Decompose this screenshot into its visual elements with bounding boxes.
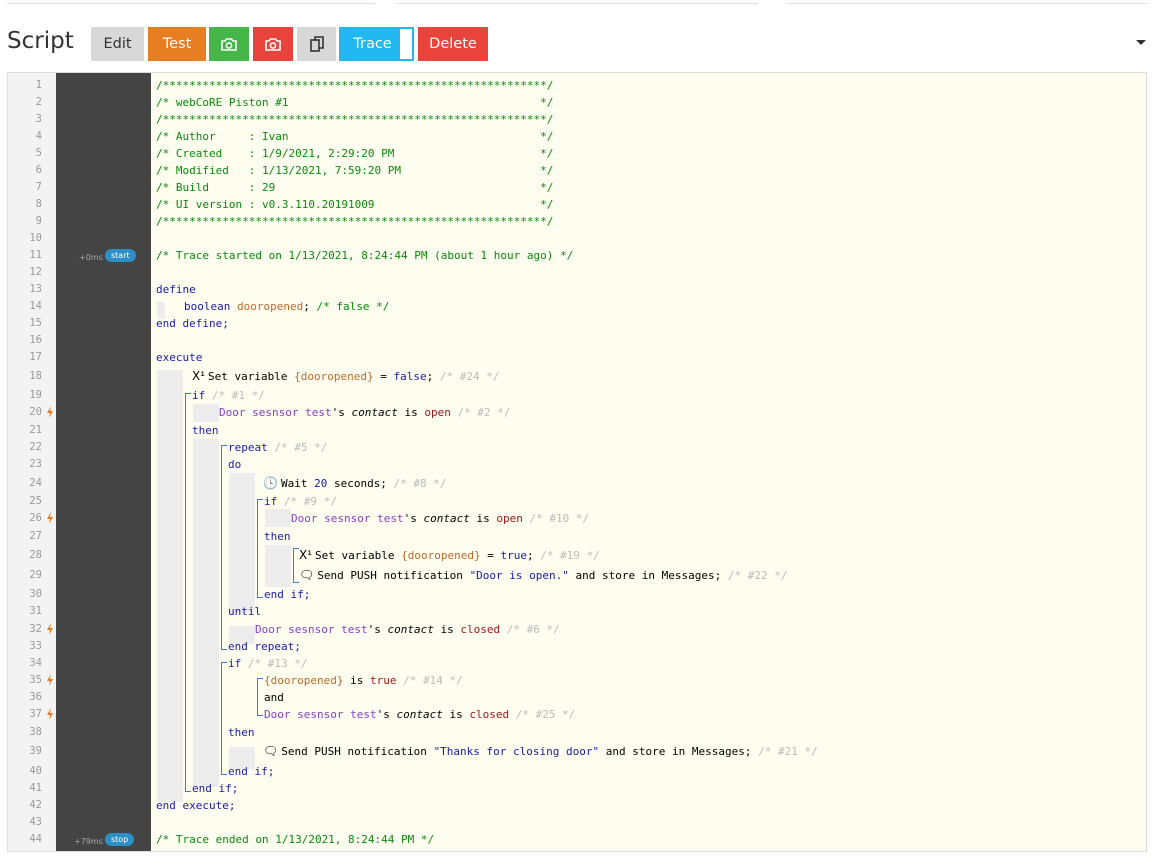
comment-icon: 🗨 (299, 568, 315, 582)
edit-button[interactable]: Edit (91, 27, 144, 61)
statement-send-push[interactable]: 🗨 Send PUSH notification "Thanks for clos… (263, 743, 818, 760)
statement-set-variable[interactable]: X¹ Set variable {dooropened} = false; /* … (192, 368, 499, 385)
duplicate-icon (309, 35, 324, 52)
code-line: 37 Door sesnsor test's contact is closed… (29, 706, 576, 723)
x1-variable-icon: X¹ (299, 548, 313, 562)
code-lines: 1/**************************************… (8, 73, 1146, 851)
lightning-bolt-icon (47, 674, 53, 686)
code-line: 30 end if; (29, 588, 311, 601)
code-line: 44 +79ms stop /* Trace ended on 1/13/202… (8, 831, 1146, 848)
top-field-3 (787, 0, 1147, 4)
code-line: 10 (29, 232, 42, 244)
code-line: 14 boolean dooropened; /* false */ (29, 298, 390, 315)
code-line: 23 do (29, 458, 242, 471)
code-line: 34 if /* #13 */ (29, 655, 308, 672)
code-line: 38 then (29, 726, 255, 739)
anonymized-snapshot-button[interactable] (253, 27, 293, 61)
code-line: 21 then (29, 424, 219, 437)
code-line: 5/* Created : 1/9/2021, 2:29:20 PM */ (35, 147, 554, 160)
code-line: 29 🗨 Send PUSH notification "Door is open… (29, 567, 788, 584)
comment-icon: 🗨 (263, 744, 279, 758)
condition[interactable]: {dooropened} is true /* #14 */ (264, 672, 463, 689)
camera-icon (221, 37, 237, 51)
trace-switch-knob (400, 29, 412, 59)
condition[interactable]: Door sesnsor test's contact is open /* #… (219, 404, 510, 421)
code-line: 32 Door sesnsor test's contact is closed… (29, 621, 560, 638)
variable-declaration[interactable]: boolean dooropened; /* false */ (184, 298, 389, 315)
lightning-bolt-icon (47, 708, 53, 720)
code-line: 3/**************************************… (35, 113, 554, 126)
code-line: 8/* UI version : v0.3.110.20191009 */ (35, 198, 554, 211)
page-title: Script (7, 28, 74, 54)
code-line: 35 {dooropened} is true /* #14 */ (29, 672, 463, 689)
trace-stop-badge: stop (105, 833, 135, 846)
code-line: 33 end repeat; (29, 640, 301, 653)
statement-if[interactable]: if /* #1 */ (192, 387, 265, 404)
code-line: 42 end execute; (29, 799, 236, 812)
camera-icon (265, 37, 281, 51)
code-line: 39 🗨 Send PUSH notification "Thanks for c… (29, 743, 818, 760)
code-line: 31 until (29, 605, 262, 618)
code-line: 2/* webCoRE Piston #1 */ (35, 96, 554, 109)
x1-variable-icon: X¹ (192, 369, 206, 383)
trace-stop-time: +79ms (74, 837, 103, 846)
code-line: 27 then (29, 530, 291, 543)
lightning-bolt-icon (47, 623, 53, 635)
statement-if[interactable]: if /* #9 */ (264, 493, 337, 510)
condition[interactable]: Door sesnsor test's contact is closed /*… (255, 621, 560, 638)
code-line: 6/* Modified : 1/13/2021, 7:59:20 PM */ (35, 164, 554, 177)
code-line: 24 🕓 Wait 20 seconds; /* #8 */ (29, 475, 447, 492)
code-editor: 1/**************************************… (7, 72, 1147, 852)
condition[interactable]: Door sesnsor test's contact is open /* #… (291, 510, 589, 527)
condition[interactable]: Door sesnsor test's contact is closed /*… (264, 706, 575, 723)
code-line: 40 end if; (29, 765, 275, 778)
code-line: 20 Door sesnsor test's contact is open /… (29, 404, 511, 421)
code-line: 17 execute (29, 351, 203, 364)
code-line: 18 X¹ Set variable {dooropened} = false; … (29, 368, 500, 385)
trace-toggle[interactable]: Trace (339, 27, 414, 61)
lightning-bolt-icon (47, 406, 53, 418)
snapshot-button[interactable] (209, 27, 249, 61)
code-line: 22 repeat /* #5 */ (29, 439, 328, 456)
code-line: 43 (29, 816, 42, 828)
statement-if[interactable]: if /* #13 */ (228, 655, 307, 672)
statement-repeat[interactable]: repeat /* #5 */ (228, 439, 327, 456)
trace-label: Trace (353, 36, 392, 52)
code-line: 19 if /* #1 */ (29, 387, 265, 404)
code-line: 36 and (29, 691, 284, 704)
code-line: 16 (29, 334, 42, 346)
statement-set-variable[interactable]: X¹ Set variable {dooropened} = true; /* #… (299, 547, 600, 564)
delete-button[interactable]: Delete (418, 27, 488, 61)
code-line: 25 if /* #9 */ (29, 493, 337, 510)
chevron-down-icon[interactable] (1136, 40, 1146, 45)
code-line: 12 (29, 266, 42, 278)
code-line: 7/* Build : 29 */ (35, 181, 554, 194)
code-line: 26 Door sesnsor test's contact is open /… (29, 510, 590, 527)
test-button[interactable]: Test (148, 27, 206, 61)
statement-wait[interactable]: 🕓 Wait 20 seconds; /* #8 */ (263, 475, 447, 492)
trace-start-badge: start (105, 249, 136, 262)
top-field-1 (7, 0, 375, 4)
top-field-2 (397, 0, 758, 4)
duplicate-button[interactable] (297, 27, 336, 61)
statement-send-push[interactable]: 🗨 Send PUSH notification "Door is open." … (299, 567, 787, 584)
code-line: 11 +0ms start /* Trace started on 1/13/2… (8, 247, 1146, 264)
clock-icon: 🕓 (263, 476, 278, 490)
code-line: 28 X¹ Set variable {dooropened} = true; /… (29, 547, 600, 564)
code-line: 13 define (29, 283, 196, 296)
code-line: 4/* Author : Ivan */ (35, 130, 554, 143)
code-line: 1/**************************************… (35, 79, 554, 92)
code-line: 15 end define; (29, 317, 229, 330)
lightning-bolt-icon (47, 512, 53, 524)
code-line: 9/**************************************… (35, 215, 554, 228)
code-line: 41 end if; (29, 782, 239, 795)
